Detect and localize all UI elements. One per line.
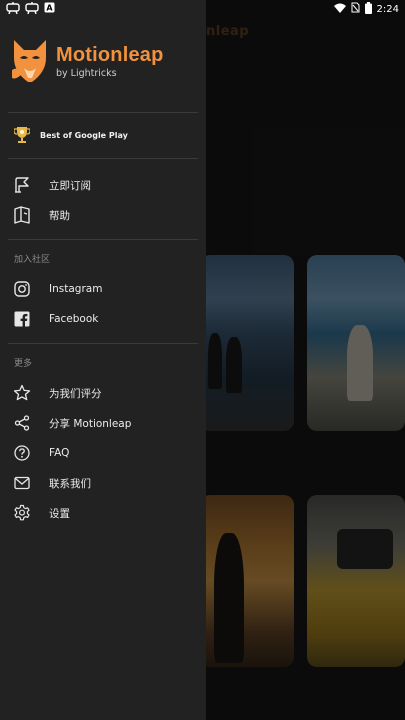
menu-item-label: 帮助 (49, 209, 70, 222)
navigation-drawer: Motionleap by Lightricks Best of Google … (0, 0, 206, 720)
brand-name: Motionleap (56, 44, 164, 66)
notification-icon (25, 1, 39, 17)
app-logo: Motionleap by Lightricks (10, 38, 164, 86)
svg-text:A: A (46, 4, 53, 13)
subscribe-icon (12, 175, 32, 195)
section-header-more: 更多 (14, 359, 33, 369)
share-icon (12, 413, 32, 433)
facebook-icon (12, 309, 32, 329)
menu-item-facebook[interactable]: Facebook (12, 307, 98, 331)
notification-icon (6, 1, 20, 17)
battery-icon (364, 1, 372, 17)
divider (8, 158, 198, 159)
menu-item-label: FAQ (49, 447, 70, 459)
menu-item-subscribe[interactable]: 立即订阅 (12, 173, 91, 197)
menu-item-instagram[interactable]: Instagram (12, 277, 102, 301)
divider (8, 112, 198, 113)
help-book-icon (12, 205, 32, 225)
menu-item-label: 联系我们 (49, 477, 91, 490)
a-icon: A (44, 2, 55, 16)
wifi-icon (333, 3, 346, 16)
menu-item-label: 为我们评分 (49, 387, 102, 400)
menu-item-contact[interactable]: 联系我们 (12, 471, 91, 495)
menu-item-settings[interactable]: 设置 (12, 501, 70, 525)
divider (8, 239, 198, 240)
google-play-badge: Best of Google Play (14, 126, 128, 144)
menu-item-rate[interactable]: 为我们评分 (12, 381, 102, 405)
question-icon (12, 443, 32, 463)
menu-item-label: 分享 Motionleap (49, 417, 132, 430)
instagram-icon (12, 279, 32, 299)
menu-item-label: Facebook (49, 313, 99, 325)
star-icon (12, 383, 32, 403)
badge-label: Best of Google Play (40, 130, 128, 140)
menu-item-label: 立即订阅 (49, 179, 91, 192)
status-time: 2:24 (376, 3, 399, 15)
menu-item-label: Instagram (49, 283, 103, 295)
menu-item-label: 设置 (49, 507, 70, 520)
menu-item-help[interactable]: 帮助 (12, 203, 70, 227)
menu-item-share[interactable]: 分享 Motionleap (12, 411, 131, 435)
no-sim-icon (351, 2, 360, 16)
mail-icon (12, 473, 32, 493)
section-header-community: 加入社区 (14, 255, 51, 265)
divider (8, 343, 198, 344)
fox-logo-icon (12, 40, 46, 82)
brand-subtitle: by Lightricks (56, 68, 117, 79)
menu-item-faq[interactable]: FAQ (12, 441, 69, 465)
trophy-icon (14, 127, 30, 143)
gear-icon (12, 503, 32, 523)
status-bar: A 2:24 (0, 0, 405, 18)
